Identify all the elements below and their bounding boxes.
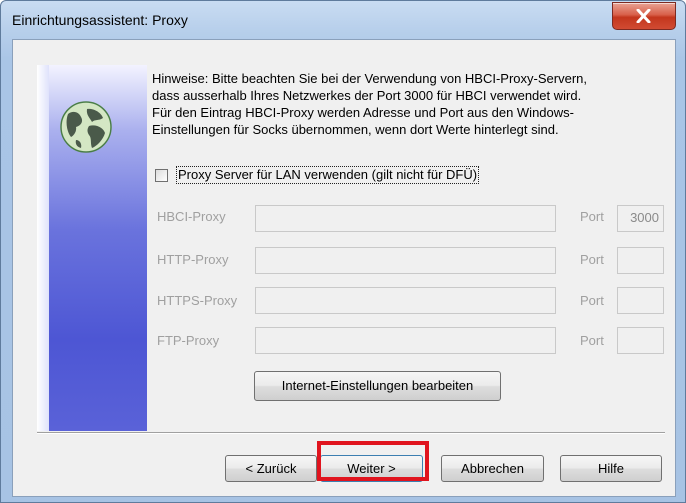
wizard-side-image <box>37 65 147 431</box>
dialog-body: Hinweise: Bitte beachten Sie bei der Ver… <box>12 39 676 497</box>
next-button[interactable]: Weiter > <box>320 455 423 482</box>
ftp-proxy-label: FTP-Proxy <box>157 333 220 348</box>
internet-settings-button[interactable]: Internet-Einstellungen bearbeiten <box>254 371 501 401</box>
close-icon <box>636 9 651 23</box>
https-port-label: Port <box>580 293 604 308</box>
http-proxy-label: HTTP-Proxy <box>157 252 229 267</box>
http-port-input[interactable] <box>617 247 664 274</box>
wizard-window: Einrichtungsassistent: Proxy Hinweise: B… <box>0 0 686 503</box>
back-button[interactable]: < Zurück <box>225 455 317 482</box>
cancel-button[interactable]: Abbrechen <box>441 455 544 482</box>
title-bar[interactable]: Einrichtungsassistent: Proxy <box>1 1 685 39</box>
https-port-input[interactable] <box>617 287 664 314</box>
https-proxy-input[interactable] <box>255 287 556 314</box>
separator <box>37 432 665 434</box>
close-button[interactable] <box>612 2 676 30</box>
hbci-port-input[interactable]: 3000 <box>617 205 664 232</box>
proxy-lan-checkbox[interactable] <box>155 169 168 182</box>
https-proxy-label: HTTPS-Proxy <box>157 293 238 308</box>
ftp-port-label: Port <box>580 333 604 348</box>
hbci-proxy-label: HBCI-Proxy <box>157 209 226 224</box>
hbci-proxy-input[interactable] <box>255 205 556 232</box>
window-title: Einrichtungsassistent: Proxy <box>12 12 188 28</box>
globe-icon <box>60 101 112 153</box>
ftp-port-input[interactable] <box>617 327 664 354</box>
ftp-proxy-input[interactable] <box>255 327 556 354</box>
help-button[interactable]: Hilfe <box>560 455 662 482</box>
http-proxy-input[interactable] <box>255 247 556 274</box>
http-port-label: Port <box>580 252 604 267</box>
proxy-lan-checkbox-label[interactable]: Proxy Server für LAN verwenden (gilt nic… <box>175 166 480 184</box>
hint-text: Hinweise: Bitte beachten Sie bei der Ver… <box>152 71 587 137</box>
hbci-port-label: Port <box>580 209 604 224</box>
